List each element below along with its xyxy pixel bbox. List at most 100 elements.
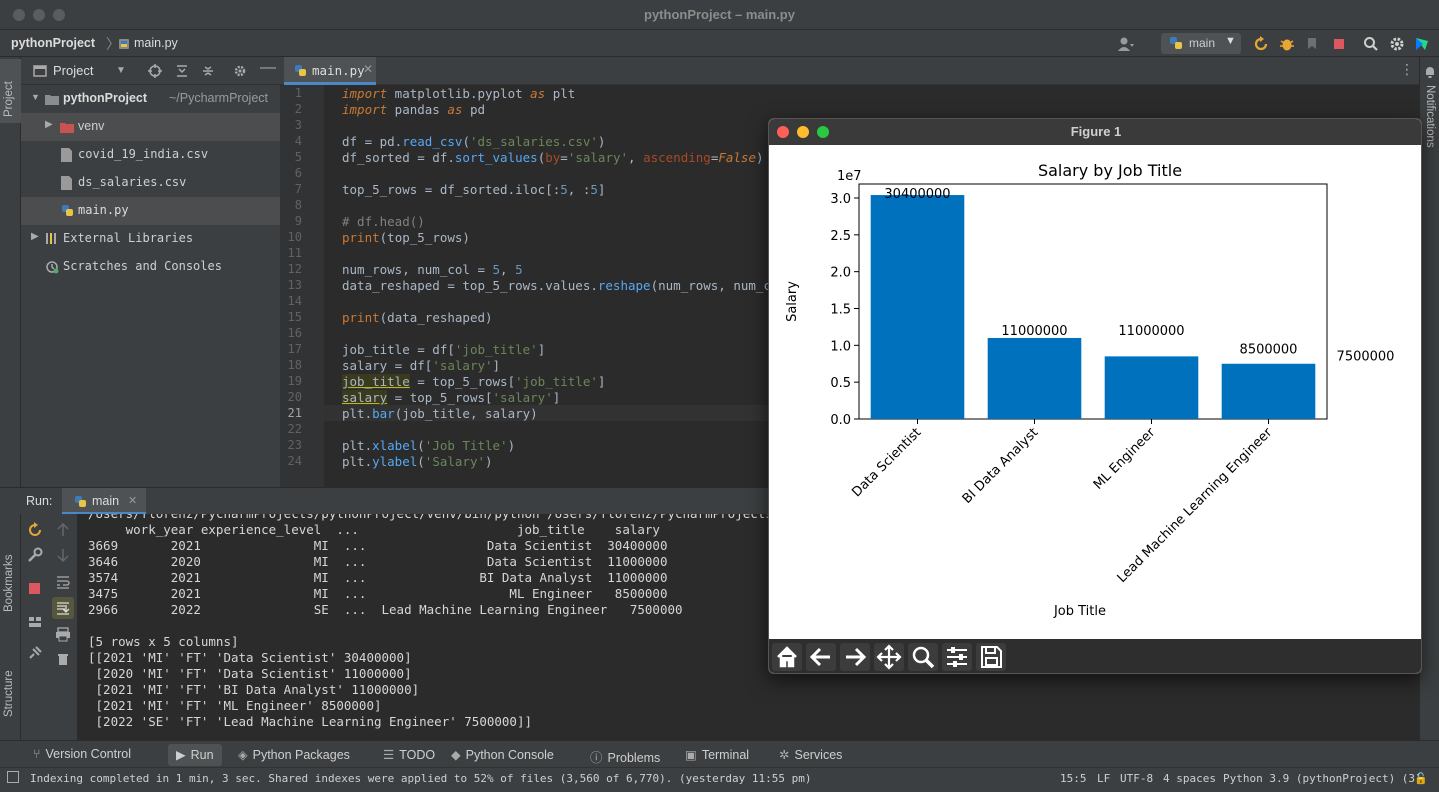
console-line: [5 rows x 5 columns] bbox=[88, 634, 239, 649]
breadcrumb-file[interactable]: main.py bbox=[134, 36, 178, 50]
line-number: 4 bbox=[294, 134, 302, 148]
rerun-icon[interactable] bbox=[27, 522, 43, 538]
scroll-to-end-toggle[interactable] bbox=[52, 597, 74, 619]
configure-button[interactable] bbox=[942, 643, 972, 671]
stop-icon[interactable] bbox=[1330, 35, 1348, 53]
user-icon[interactable] bbox=[1117, 35, 1135, 53]
zoom-button[interactable] bbox=[908, 643, 938, 671]
run-tab-main[interactable]: main ✕ bbox=[62, 488, 146, 515]
pan-button[interactable] bbox=[874, 643, 904, 671]
line-number: 19 bbox=[287, 374, 302, 388]
view-selector-chevron-icon[interactable]: ▼ bbox=[116, 65, 126, 76]
save-button[interactable] bbox=[976, 643, 1006, 671]
tree-item-label: ds_salaries.csv bbox=[78, 175, 187, 189]
code-line: import pandas as pd bbox=[342, 102, 486, 117]
x-tick-label: ML Engineer bbox=[1091, 425, 1159, 493]
python-file-icon bbox=[62, 205, 73, 216]
bell-icon[interactable] bbox=[1423, 65, 1437, 79]
lock-icon[interactable]: 🔓 bbox=[1414, 772, 1428, 785]
left-tool-stripe: Project Bookmarks Structure bbox=[0, 57, 21, 740]
code-line: plt.xlabel('Job Title') bbox=[342, 438, 516, 453]
problems-tool[interactable]: ⓘ Problems bbox=[590, 747, 660, 766]
services-tool[interactable]: ✲ Services bbox=[779, 747, 842, 762]
code-line: salary = df['salary'] bbox=[342, 358, 501, 373]
bar-data-label: 7500000 bbox=[1337, 350, 1395, 365]
matplotlib-figure-window[interactable]: Figure 1 Salary by Job Title 1e7 0.0 0.5 1.0… bbox=[768, 118, 1422, 674]
panel-settings-gear-icon[interactable] bbox=[233, 64, 247, 78]
tree-item-project-root[interactable]: ▼ pythonProject ~/PycharmProject bbox=[21, 85, 280, 113]
collapse-all-icon[interactable] bbox=[201, 64, 215, 78]
chevron-down-icon[interactable]: ▼ bbox=[31, 92, 40, 102]
debug-icon[interactable] bbox=[1278, 35, 1296, 53]
wrench-icon[interactable] bbox=[27, 547, 43, 563]
line-number: 21 bbox=[287, 406, 302, 420]
breadcrumb-project[interactable]: pythonProject bbox=[11, 36, 95, 50]
expand-all-icon[interactable] bbox=[175, 64, 189, 78]
python-file-icon bbox=[119, 39, 129, 49]
stop-icon[interactable] bbox=[27, 580, 43, 596]
project-stripe-label[interactable]: Project bbox=[3, 81, 15, 117]
soft-wrap-icon[interactable] bbox=[55, 574, 71, 590]
home-button[interactable] bbox=[772, 643, 802, 671]
code-line: job_title = top_5_rows['job_title'] bbox=[342, 374, 606, 389]
tab-main-py[interactable]: main.py ✕ bbox=[284, 57, 376, 85]
chevron-right-icon[interactable]: ▶ bbox=[45, 119, 53, 130]
close-run-tab-icon[interactable]: ✕ bbox=[128, 494, 137, 507]
console-line: [[2021 'MI' 'FT' 'Data Scientist' 304000… bbox=[88, 650, 412, 665]
bookmarks-stripe-label[interactable]: Bookmarks bbox=[3, 554, 15, 612]
tool-windows-toggle-icon[interactable] bbox=[7, 771, 19, 783]
caret-position[interactable]: 15:5 bbox=[1060, 772, 1087, 785]
trash-icon[interactable] bbox=[55, 651, 71, 667]
line-number: 3 bbox=[294, 118, 302, 132]
tree-item-scratches[interactable]: Scratches and Consoles bbox=[21, 253, 280, 281]
up-arrow-icon[interactable] bbox=[55, 522, 71, 538]
rerun-icon[interactable] bbox=[1252, 35, 1270, 53]
list-icon: ☰ bbox=[383, 748, 395, 762]
todo-tool[interactable]: ☰ TODO bbox=[383, 747, 435, 762]
chevron-right-icon[interactable]: ▶ bbox=[31, 231, 39, 242]
problems-icon: ⓘ bbox=[590, 751, 603, 765]
python-packages-tool[interactable]: ◈ Python Packages bbox=[238, 747, 350, 762]
jetbrains-logo-icon[interactable] bbox=[1413, 35, 1431, 53]
coverage-icon[interactable] bbox=[1304, 35, 1322, 53]
structure-stripe-label[interactable]: Structure bbox=[3, 670, 15, 717]
tree-item-venv[interactable]: ▶ venv bbox=[21, 113, 280, 141]
status-message[interactable]: Indexing completed in 1 min, 3 sec. Shar… bbox=[30, 772, 811, 785]
terminal-tool[interactable]: ▣ Terminal bbox=[685, 747, 749, 762]
python-console-tool[interactable]: ◆ Python Console bbox=[451, 747, 554, 762]
hide-panel-icon[interactable]: — bbox=[260, 59, 276, 77]
tab-label: main.py bbox=[312, 63, 365, 78]
run-tool[interactable]: ▶ Run bbox=[168, 744, 222, 766]
indent-setting[interactable]: 4 spaces bbox=[1163, 772, 1216, 785]
gear-icon[interactable] bbox=[1388, 35, 1406, 53]
file-encoding[interactable]: UTF-8 bbox=[1120, 772, 1153, 785]
python-console-label: Python Console bbox=[465, 748, 554, 762]
project-panel-title[interactable]: Project bbox=[53, 63, 93, 78]
back-button[interactable] bbox=[806, 643, 836, 671]
navigation-bar: pythonProject 〉 main.py main ▼ bbox=[0, 30, 1439, 57]
python-interpreter[interactable]: Python 3.9 (pythonProject) (3) bbox=[1223, 772, 1422, 785]
bar bbox=[1221, 363, 1316, 419]
tree-item-main-py[interactable]: main.py bbox=[21, 197, 280, 225]
version-control-tool[interactable]: ⑂ Version Control bbox=[33, 747, 131, 761]
run-config-selector[interactable]: main ▼ bbox=[1161, 33, 1241, 54]
axis-offset-label: 1e7 bbox=[837, 169, 862, 184]
y-tick-label: 3.0 bbox=[830, 192, 851, 207]
figure-canvas[interactable]: Salary by Job Title 1e7 0.0 0.5 1.0 1.5 2.0 2.5… bbox=[769, 145, 1421, 639]
search-icon[interactable] bbox=[1362, 35, 1380, 53]
close-tab-icon[interactable]: ✕ bbox=[363, 62, 373, 76]
forward-button[interactable] bbox=[840, 643, 870, 671]
python-icon bbox=[1170, 37, 1182, 49]
layout-icon[interactable] bbox=[27, 614, 43, 630]
down-arrow-icon[interactable] bbox=[55, 547, 71, 563]
x-tick-label: Data Scientist bbox=[849, 425, 924, 500]
pin-icon[interactable] bbox=[27, 645, 43, 661]
more-tabs-icon[interactable]: ⋮ bbox=[1400, 61, 1414, 78]
print-icon[interactable] bbox=[55, 626, 71, 642]
locate-icon[interactable] bbox=[148, 64, 162, 78]
line-separator[interactable]: LF bbox=[1097, 772, 1110, 785]
tree-item-ds-salaries-csv[interactable]: ds_salaries.csv bbox=[21, 169, 280, 197]
tree-item-covid-csv[interactable]: covid_19_india.csv bbox=[21, 141, 280, 169]
notifications-stripe-label[interactable]: Notifications bbox=[1424, 85, 1436, 148]
tree-item-external-libraries[interactable]: ▶ External Libraries bbox=[21, 225, 280, 253]
